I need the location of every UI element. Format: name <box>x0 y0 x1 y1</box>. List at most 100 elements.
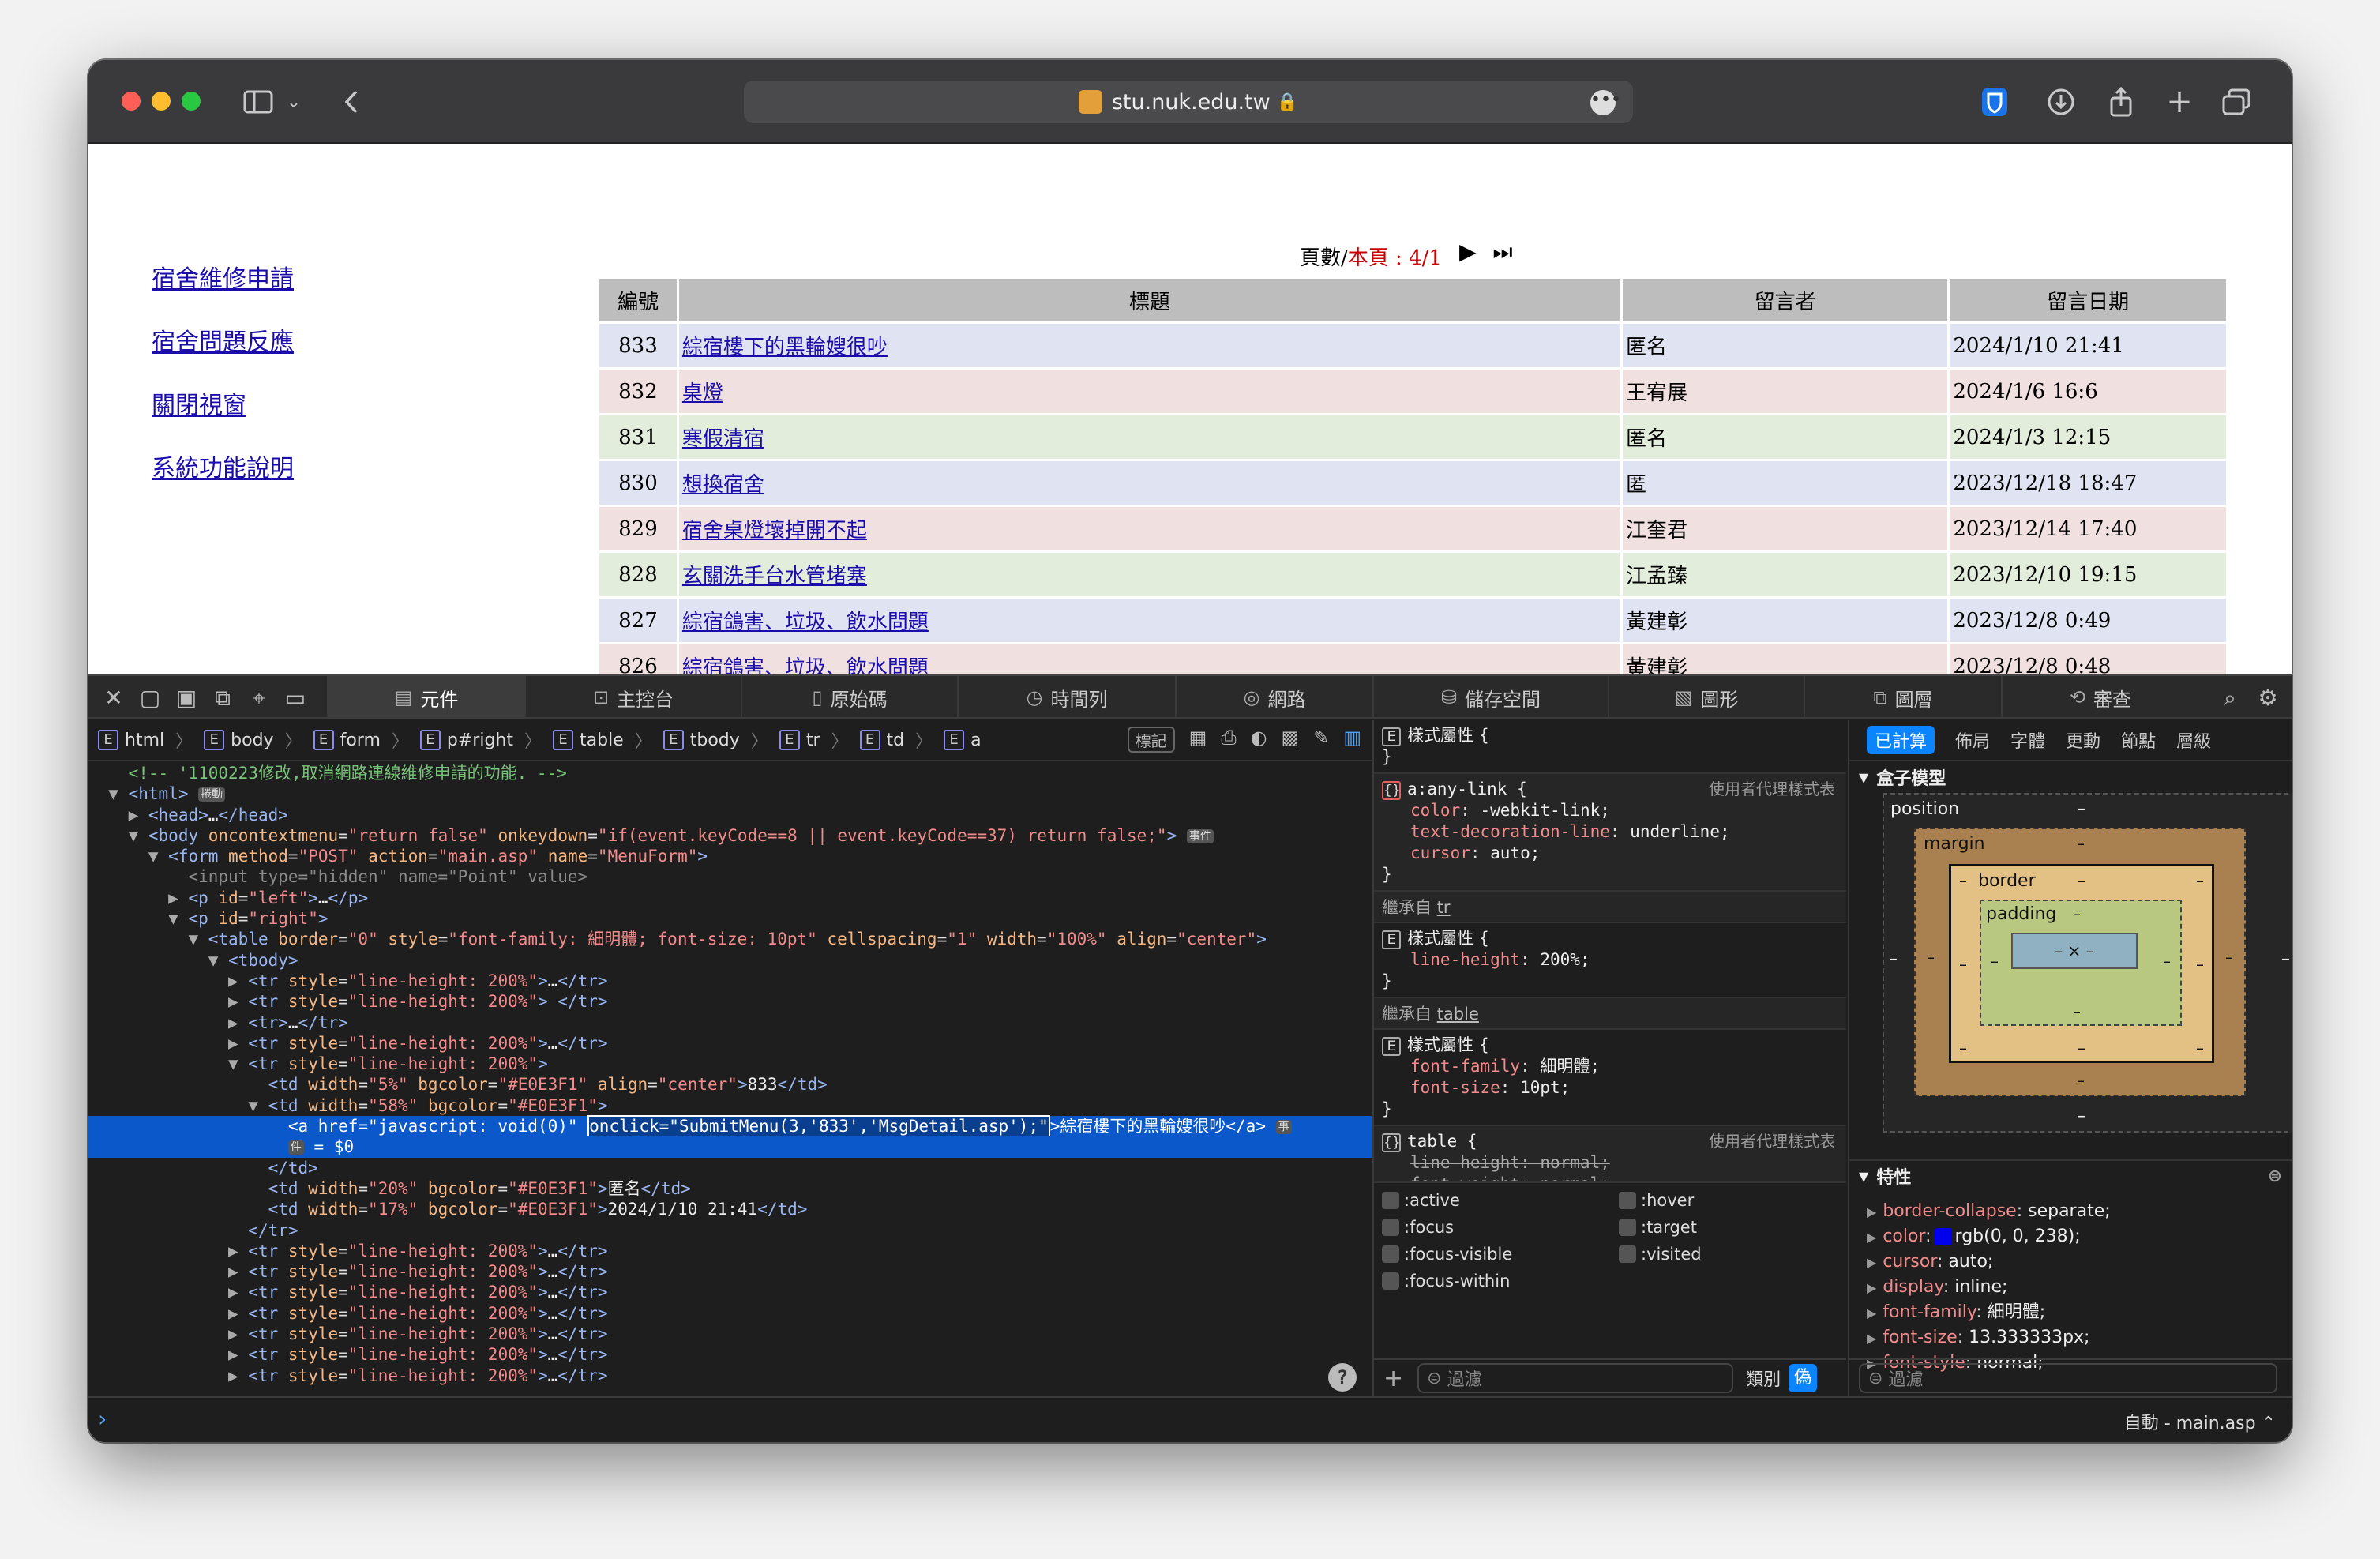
tab-layers-sidebar[interactable]: 層級 <box>2176 727 2211 753</box>
dom-line[interactable]: ▶ <tr style="line-height: 200%"> </tr> <box>88 991 1372 1012</box>
dom-line[interactable]: ▼ <body oncontextmenu="return false" onk… <box>88 825 1372 846</box>
style-rule-table-ua[interactable]: {} table { 使用者代理樣式表 line-height: normal; … <box>1374 1126 1846 1183</box>
back-arrow-icon[interactable] <box>340 84 363 120</box>
tab-storage[interactable]: ⛁ 儲存空間 <box>1372 676 1608 719</box>
color-scheme-icon[interactable]: ◐ <box>1251 727 1267 753</box>
dom-line[interactable]: ▶ <tr style="line-height: 200%">…</tr> <box>88 1241 1372 1261</box>
mark-button[interactable]: 標記 <box>1127 727 1175 753</box>
sidebar-link-feedback[interactable]: 宿舍問題反應 <box>152 322 294 357</box>
breadcrumb-html[interactable]: Ehtml 〉 <box>98 727 193 753</box>
dock-bottom-icon[interactable]: ▢ <box>136 684 164 712</box>
tab-graphics[interactable]: ▧ 圖形 <box>1608 676 1804 719</box>
grid-overlay-icon[interactable]: ▦ <box>1189 727 1207 753</box>
row-title-link[interactable]: 桌燈 <box>682 381 723 405</box>
dom-line[interactable]: ▶ <tr style="line-height: 200%">…</tr> <box>88 971 1372 991</box>
sidebar-toggle-icon[interactable] <box>240 84 276 120</box>
dom-line[interactable]: ▼ <form method="POST" action="main.asp" … <box>88 846 1372 866</box>
dom-line-selected[interactable]: 件 = $0 <box>88 1136 1372 1158</box>
close-window-button[interactable] <box>122 92 141 111</box>
styles-filter-input[interactable]: ⊜ 過濾 <box>1417 1363 1734 1393</box>
detach-window-icon[interactable]: ⧉ <box>208 684 237 712</box>
dom-line[interactable]: ▶ <tr style="line-height: 200%">…</tr> <box>88 1282 1372 1302</box>
sidebar-link-repair[interactable]: 宿舍維修申請 <box>152 259 294 294</box>
pseudo-focus-within-checkbox[interactable]: :focus-within <box>1382 1272 1619 1290</box>
sidebar-link-close[interactable]: 關閉視窗 <box>152 385 246 420</box>
computed-property[interactable]: ▶ cursor: auto; <box>1867 1249 2292 1275</box>
tab-layers[interactable]: ⧉ 圖層 <box>1804 676 2001 719</box>
share-icon[interactable] <box>2105 84 2137 120</box>
pager-next-arrows[interactable]: ▶ ⏭ <box>1459 239 1518 265</box>
breadcrumb-a[interactable]: Ea <box>944 730 982 750</box>
class-toggle-button[interactable]: 類別 <box>1746 1366 1781 1391</box>
password-extension-icon[interactable] <box>1977 84 2012 120</box>
color-swatch[interactable] <box>1934 1228 1952 1245</box>
dom-line[interactable]: <td width="17%" bgcolor="#E0E3F1">2024/1… <box>88 1199 1372 1219</box>
tab-network[interactable]: ◎ 網路 <box>1175 676 1372 719</box>
tab-node[interactable]: 節點 <box>2121 727 2156 753</box>
dock-side-icon[interactable]: ▣ <box>172 684 201 712</box>
tab-timelines[interactable]: ◷ 時間列 <box>957 676 1175 719</box>
dom-line[interactable]: ▶ <tr style="line-height: 200%">…</tr> <box>88 1344 1372 1365</box>
breadcrumb-tbody[interactable]: Etbody 〉 <box>663 727 768 753</box>
new-tab-icon[interactable]: + <box>2164 84 2195 120</box>
tab-elements[interactable]: ▤ 元件 <box>327 676 524 719</box>
tab-changes[interactable]: 更動 <box>2066 727 2100 753</box>
pseudo-active-checkbox[interactable]: :active <box>1382 1191 1619 1210</box>
pseudo-focus-visible-checkbox[interactable]: :focus-visible <box>1382 1245 1619 1264</box>
minimize-window-button[interactable] <box>152 92 171 111</box>
help-icon[interactable]: ? <box>1328 1363 1357 1392</box>
dom-line[interactable]: ▼ <p id="right"> <box>88 908 1372 929</box>
pseudo-visited-checkbox[interactable]: :visited <box>1619 1245 1846 1264</box>
tab-audit[interactable]: ⟲ 審查 <box>2001 676 2198 719</box>
dom-tree[interactable]: <!-- '1100223修改,取消網路連線維修申請的功能. --> ▼ <ht… <box>88 763 1372 1395</box>
execution-context-select[interactable]: 自動 - main.asp ⌃ <box>2124 1409 2276 1434</box>
box-model-header[interactable]: ▼ 盒子模型 <box>1849 761 2292 793</box>
add-rule-icon[interactable]: + <box>1383 1365 1403 1392</box>
dom-line[interactable]: ▼ <table border="0" style="font-family: … <box>88 929 1372 949</box>
row-title-link[interactable]: 想換宿舍 <box>682 473 764 497</box>
dom-line-selected[interactable]: <a href="javascript: void(0)" onclick="S… <box>88 1115 1372 1138</box>
computed-property[interactable]: ▶ color: rgb(0, 0, 238); <box>1867 1224 2292 1249</box>
console-prompt-bar[interactable]: › 自動 - main.asp ⌃ <box>88 1396 2292 1442</box>
tab-font[interactable]: 字體 <box>2010 727 2045 753</box>
tab-computed[interactable]: 已計算 <box>1867 726 1935 754</box>
style-rule-tr[interactable]: E 樣式屬性 { line-height: 200%; } <box>1374 923 1846 998</box>
pseudo-toggle-button[interactable]: 偽 <box>1789 1364 1818 1392</box>
dom-line[interactable]: </td> <box>88 1158 1372 1178</box>
dom-line[interactable]: </tr> <box>88 1220 1372 1241</box>
address-bar[interactable]: stu.nuk.edu.tw 🔒 ••• <box>744 81 1633 123</box>
dom-line[interactable]: ▶ <tr style="line-height: 200%">…</tr> <box>88 1261 1372 1282</box>
tab-sources[interactable]: ▯ 原始碼 <box>741 676 957 719</box>
pseudo-hover-checkbox[interactable]: :hover <box>1619 1191 1846 1210</box>
dom-line[interactable]: <td width="5%" bgcolor="#E0E3F1" align="… <box>88 1074 1372 1095</box>
tab-console[interactable]: ⊡ 主控台 <box>524 676 741 719</box>
pseudo-target-checkbox[interactable]: :target <box>1619 1218 1846 1237</box>
dom-line[interactable]: ▼ <td width="58%" bgcolor="#E0E3F1"> <box>88 1095 1372 1116</box>
dom-line[interactable]: ▼ <tr style="line-height: 200%"> <box>88 1054 1372 1074</box>
inherited-table-link[interactable]: table <box>1437 1005 1479 1024</box>
style-rule-table-inline[interactable]: E 樣式屬性 { font-family: 細明體; font-size: 10p… <box>1374 1030 1846 1126</box>
download-icon[interactable] <box>2045 84 2077 120</box>
breadcrumb-td[interactable]: Etd 〉 <box>859 727 933 753</box>
tab-layout[interactable]: 佈局 <box>1955 727 1990 753</box>
dom-line[interactable]: ▶ <tr style="line-height: 200%">…</tr> <box>88 1303 1372 1324</box>
details-sidebar-icon[interactable]: ▥ <box>1343 727 1361 753</box>
dom-line[interactable]: ▶ <head>…</head> <box>88 805 1372 825</box>
dom-line[interactable]: ▼ <tbody> <box>88 950 1372 971</box>
row-title-link[interactable]: 綜宿鴿害、垃圾、飲水問題 <box>682 610 929 634</box>
device-mode-icon[interactable]: ▭ <box>281 684 310 712</box>
properties-header[interactable]: ▼ 特性 ⊜ <box>1849 1159 2292 1191</box>
computed-property[interactable]: ▶ display: inline; <box>1867 1275 2292 1300</box>
dom-line[interactable]: ▶ <tr style="line-height: 200%">…</tr> <box>88 1324 1372 1344</box>
dom-line[interactable]: ▶ <tr>…</tr> <box>88 1012 1372 1033</box>
dom-line[interactable]: ▶ <tr style="line-height: 200%">…</tr> <box>88 1366 1372 1386</box>
style-rule-ua-link[interactable]: {} a:any-link { 使用者代理樣式表 color: -webkit-l… <box>1374 774 1846 892</box>
breadcrumb-form[interactable]: Eform 〉 <box>313 727 409 753</box>
computed-property[interactable]: ▶ font-family: 細明體; <box>1867 1300 2292 1325</box>
dom-line[interactable]: ▼ <html> 捲動 <box>88 783 1372 804</box>
dom-line[interactable]: ▶ <tr style="line-height: 200%">…</tr> <box>88 1033 1372 1054</box>
sidebar-link-help[interactable]: 系統功能說明 <box>152 449 294 483</box>
style-rule-element[interactable]: E 樣式屬性 { } <box>1374 720 1846 774</box>
row-title-link[interactable]: 宿舍桌燈壞掉開不起 <box>682 519 867 543</box>
row-title-link[interactable]: 綜宿鴿害、垃圾、飲水問題 <box>682 656 929 674</box>
